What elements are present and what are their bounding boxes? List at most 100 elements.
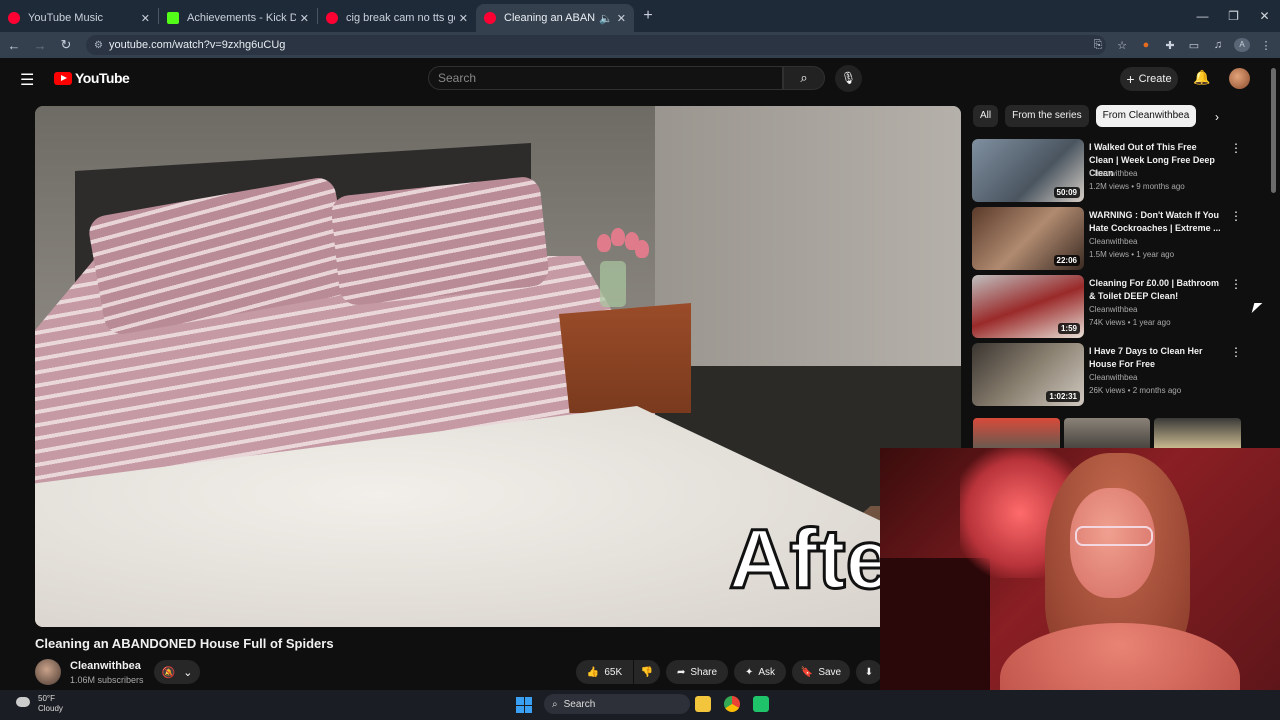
more-vert-icon[interactable]: ⋮ bbox=[1230, 209, 1242, 223]
account-avatar[interactable] bbox=[1229, 68, 1250, 89]
restore-icon[interactable]: ❐ bbox=[1218, 9, 1249, 23]
shorts-thumbnail[interactable] bbox=[1063, 418, 1151, 448]
list-item[interactable]: 50:09 I Walked Out of This Free Clean | … bbox=[972, 139, 1242, 203]
duration-badge: 50:09 bbox=[1053, 187, 1080, 198]
video-thumbnail[interactable]: 22:06 bbox=[972, 207, 1084, 270]
new-tab-button[interactable]: + bbox=[634, 7, 662, 25]
microphone-icon: 🎙 bbox=[840, 71, 857, 85]
list-item[interactable]: 1:02:31 I Have 7 Days to Clean Her House… bbox=[972, 343, 1242, 407]
bookmark-icon: 🔖 bbox=[800, 666, 814, 678]
video-thumbnail[interactable]: 1:02:31 bbox=[972, 343, 1084, 406]
chevron-right-icon[interactable]: › bbox=[1215, 110, 1219, 124]
weather-temperature: 50°F bbox=[38, 694, 55, 703]
more-vert-icon[interactable]: ⋮ bbox=[1230, 345, 1242, 359]
share-label: Share bbox=[690, 666, 718, 678]
video-player[interactable]: Afte bbox=[35, 106, 961, 627]
thumbs-down-icon: 👎 bbox=[640, 666, 654, 678]
channel-name[interactable]: Cleanwithbea bbox=[70, 660, 141, 672]
voice-search-button[interactable]: 🎙 bbox=[835, 65, 862, 92]
url-text: youtube.com/watch?v=9zxhg6uCUg bbox=[108, 39, 286, 51]
browser-tab[interactable]: Achievements - Kick Dashboard ✕ bbox=[159, 4, 317, 32]
channel-avatar[interactable] bbox=[35, 659, 61, 685]
recommendation-meta: 26K views • 2 months ago bbox=[1089, 386, 1182, 395]
youtube-logo[interactable]: YouTube bbox=[54, 70, 130, 86]
more-vert-icon[interactable]: ⋮ bbox=[1230, 141, 1242, 155]
recommendation-channel[interactable]: Cleanwithbea bbox=[1089, 373, 1137, 382]
chip-from-channel[interactable]: From Cleanwithbea bbox=[1095, 105, 1197, 127]
hamburger-menu-icon[interactable]: ☰ bbox=[20, 70, 34, 90]
back-icon[interactable]: ← bbox=[2, 38, 26, 53]
tab-title: Achievements - Kick Dashboard bbox=[187, 12, 296, 24]
site-info-icon[interactable]: ⚙ bbox=[94, 40, 103, 51]
browser-tab-active[interactable]: Cleaning an ABANDONED H 🔈 ✕ bbox=[476, 4, 634, 32]
menu-dots-icon[interactable]: ⋮ bbox=[1258, 39, 1274, 52]
browser-tab[interactable]: cig break cam no tts getting Ja ✕ bbox=[318, 4, 476, 32]
extensions-puzzle-icon[interactable]: ✚ bbox=[1162, 39, 1178, 52]
reload-icon[interactable]: ↻ bbox=[54, 37, 78, 53]
profile-avatar[interactable]: A bbox=[1234, 38, 1250, 52]
video-thumbnail[interactable]: 50:09 bbox=[972, 139, 1084, 202]
minimize-icon[interactable]: — bbox=[1187, 9, 1218, 23]
close-icon[interactable]: ✕ bbox=[300, 12, 309, 25]
recommendation-title[interactable]: WARNING : Don't Watch If You Hate Cockro… bbox=[1089, 209, 1223, 235]
chip-from-the-series[interactable]: From the series bbox=[1005, 105, 1089, 127]
recommendation-title[interactable]: I Have 7 Days to Clean Her House For Fre… bbox=[1089, 345, 1223, 371]
create-label: Create bbox=[1138, 73, 1172, 85]
recommendation-channel[interactable]: Cleanwithbea bbox=[1089, 237, 1137, 246]
video-thumbnail[interactable]: 1:59 bbox=[972, 275, 1084, 338]
toolbar-actions: ⎘ ☆ ● ✚ ▭ ♫ A ⋮ bbox=[1090, 35, 1274, 55]
shorts-thumbnail[interactable] bbox=[973, 418, 1060, 448]
notifications-bell-icon[interactable]: 🔔 bbox=[1193, 69, 1210, 86]
sparkle-icon: ✦ bbox=[744, 666, 754, 678]
weather-condition: Cloudy bbox=[38, 704, 63, 713]
recommendation-channel[interactable]: Cleanwithbea bbox=[1089, 169, 1137, 178]
file-explorer-icon[interactable] bbox=[695, 696, 711, 712]
list-item[interactable]: 22:06 WARNING : Don't Watch If You Hate … bbox=[972, 207, 1242, 271]
app-icon[interactable] bbox=[753, 696, 769, 712]
close-icon[interactable]: ✕ bbox=[459, 12, 468, 25]
extension-icon[interactable]: ● bbox=[1138, 39, 1154, 51]
recommendation-title[interactable]: Cleaning For £0.00 | Bathroom & Toilet D… bbox=[1089, 277, 1223, 303]
install-app-icon[interactable]: ⎘ bbox=[1090, 39, 1106, 52]
duration-badge: 1:59 bbox=[1057, 323, 1080, 334]
more-vert-icon[interactable]: ⋮ bbox=[1230, 277, 1242, 291]
close-icon[interactable]: ✕ bbox=[617, 12, 626, 25]
page-scrollbar[interactable] bbox=[1271, 68, 1276, 193]
ask-button[interactable]: ✦ Ask bbox=[734, 660, 786, 684]
video-title: Cleaning an ABANDONED House Full of Spid… bbox=[35, 636, 334, 651]
browser-tab[interactable]: YouTube Music ✕ bbox=[0, 4, 158, 32]
media-controls-icon[interactable]: ♫ bbox=[1210, 39, 1226, 51]
forward-icon[interactable]: → bbox=[28, 38, 52, 53]
search-placeholder: Search bbox=[438, 71, 477, 85]
close-window-icon[interactable]: ✕ bbox=[1249, 9, 1280, 23]
taskbar-search[interactable]: ⌕ Search bbox=[544, 694, 690, 714]
save-button[interactable]: 🔖 Save bbox=[792, 660, 850, 684]
create-button[interactable]: + Create bbox=[1120, 67, 1178, 91]
subscribed-button[interactable]: 🔕 ⌄ bbox=[154, 660, 200, 684]
search-input[interactable]: Search bbox=[428, 66, 783, 90]
share-button[interactable]: ➦ Share bbox=[666, 660, 728, 684]
recommendation-channel[interactable]: Cleanwithbea bbox=[1089, 305, 1137, 314]
recommendation-meta: 1.5M views • 1 year ago bbox=[1089, 250, 1175, 259]
side-panel-icon[interactable]: ▭ bbox=[1186, 39, 1202, 52]
thumbs-up-icon: 👍 bbox=[586, 666, 600, 678]
windows-start-icon[interactable] bbox=[516, 697, 532, 713]
chrome-icon[interactable] bbox=[724, 696, 740, 712]
address-bar[interactable]: ⚙ youtube.com/watch?v=9zxhg6uCUg bbox=[86, 35, 1106, 55]
shorts-thumbnail[interactable] bbox=[1154, 418, 1242, 448]
youtube-icon bbox=[326, 12, 338, 24]
kick-icon bbox=[167, 12, 179, 24]
download-button[interactable]: ⬇ bbox=[856, 660, 882, 684]
tab-title: Cleaning an ABANDONED H bbox=[504, 12, 596, 24]
like-button[interactable]: 👍 65K bbox=[576, 660, 633, 684]
chip-all[interactable]: All bbox=[973, 105, 999, 127]
search-icon: ⌕ bbox=[800, 70, 808, 85]
shorts-shelf bbox=[973, 418, 1242, 448]
dislike-button[interactable]: 👎 bbox=[634, 660, 660, 684]
webcam-streamer-glasses bbox=[1075, 526, 1153, 546]
speaker-icon[interactable]: 🔈 bbox=[599, 12, 613, 25]
close-icon[interactable]: ✕ bbox=[141, 12, 150, 25]
bookmark-star-icon[interactable]: ☆ bbox=[1114, 39, 1130, 52]
search-button[interactable]: ⌕ bbox=[783, 66, 825, 90]
list-item[interactable]: 1:59 Cleaning For £0.00 | Bathroom & Toi… bbox=[972, 275, 1242, 339]
